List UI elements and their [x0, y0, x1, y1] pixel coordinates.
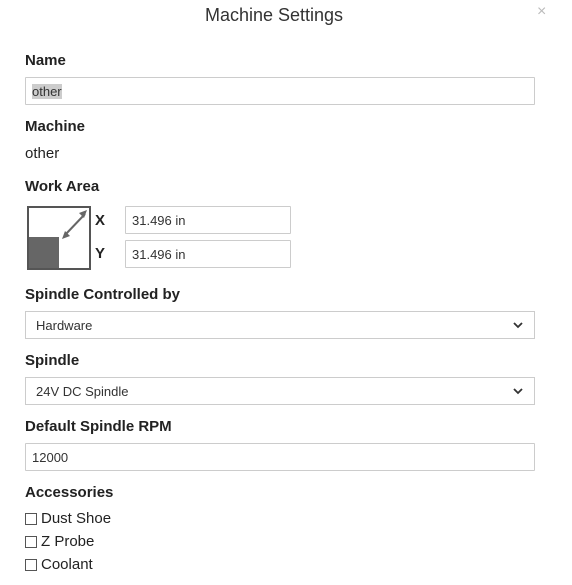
dust-shoe-checkbox[interactable] — [25, 512, 37, 525]
dust-shoe-option[interactable]: Dust Shoe — [25, 510, 111, 527]
machine-value: other — [25, 145, 60, 162]
z-probe-label: Z Probe — [41, 533, 95, 550]
name-input[interactable]: other — [25, 77, 535, 105]
resize-arrow-icon — [62, 210, 87, 239]
name-label: Name — [25, 52, 66, 69]
coolant-checkbox[interactable] — [25, 558, 37, 571]
close-icon[interactable]: × — [537, 4, 546, 20]
spindle-control-selected: Hardware — [36, 317, 93, 333]
work-area-x-value: 31.496 in — [132, 212, 186, 228]
machine-label: Machine — [25, 118, 86, 135]
dust-shoe-label: Dust Shoe — [41, 510, 112, 527]
spindle-control-label: Spindle Controlled by — [25, 286, 181, 303]
x-axis-label: X — [95, 212, 106, 229]
dialog-title: Machine Settings — [204, 5, 344, 25]
accessories-label: Accessories — [25, 484, 114, 501]
coolant-option[interactable]: Coolant — [25, 556, 93, 573]
spindle-selected: 24V DC Spindle — [36, 383, 129, 399]
work-area-y-value: 31.496 in — [132, 246, 186, 262]
work-area-icon — [27, 206, 91, 270]
work-area-y-input[interactable]: 31.496 in — [125, 240, 291, 268]
spindle-control-select[interactable]: Hardware — [25, 311, 535, 339]
rpm-label: Default Spindle RPM — [25, 418, 172, 435]
coolant-label: Coolant — [41, 556, 93, 573]
chevron-down-icon — [513, 388, 523, 395]
spindle-label: Spindle — [25, 352, 80, 369]
z-probe-checkbox[interactable] — [25, 535, 37, 548]
chevron-down-icon — [513, 322, 523, 329]
rpm-value: 12000 — [32, 449, 69, 465]
work-area-x-input[interactable]: 31.496 in — [125, 206, 291, 234]
z-probe-option[interactable]: Z Probe — [25, 533, 94, 550]
y-axis-label: Y — [95, 245, 106, 262]
spindle-select[interactable]: 24V DC Spindle — [25, 377, 535, 405]
work-area-label: Work Area — [25, 178, 100, 195]
name-input-value: other — [32, 83, 62, 99]
rpm-input[interactable]: 12000 — [25, 443, 535, 471]
